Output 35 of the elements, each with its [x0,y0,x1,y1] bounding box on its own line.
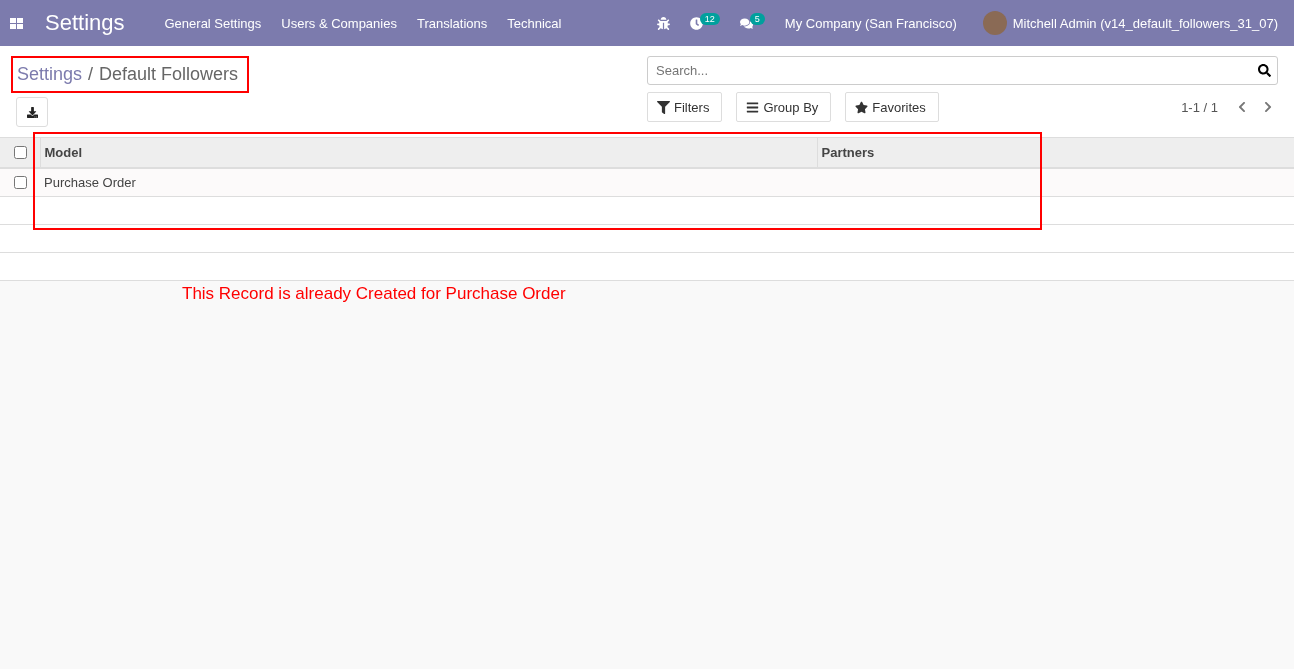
column-header[interactable]: Partners [817,138,1294,168]
menu-item[interactable]: Users & Companies [281,15,397,31]
menu-item[interactable]: Technical [507,15,562,31]
menu-icon [746,100,760,114]
menu-item[interactable]: General Settings [164,15,262,31]
activity-count: 12 [699,13,720,25]
breadcrumb-separator: / [88,64,94,85]
message-count: 5 [749,13,765,25]
download-button[interactable] [16,97,48,127]
table-cell: Purchase Order [40,168,817,196]
search-icon[interactable] [1258,64,1271,77]
filter-button[interactable]: Favorites [845,92,939,122]
app-title: Settings [45,10,125,36]
star-icon [855,100,869,114]
menu-item[interactable]: Translations [416,15,488,31]
pager-text: 1-1 / 1 [1181,99,1218,115]
column-header[interactable]: Model [40,138,817,168]
breadcrumb-link[interactable]: Settings [17,64,83,85]
select-all-checkbox[interactable] [14,146,27,159]
company-switcher[interactable]: My Company (San Francisco) [784,15,957,31]
breadcrumb-current: Default Followers [99,64,239,85]
filter-icon [657,100,670,114]
search-field[interactable]: Search... [647,56,1278,85]
chat-icon[interactable] [739,16,753,30]
filter-button[interactable]: Group By [736,92,832,122]
annotation-text: This Record is already Created for Purchase Order [181,282,567,304]
row-checkbox[interactable] [14,175,27,189]
chevron-right-icon [1262,101,1274,113]
download-icon [26,106,38,118]
bug-icon[interactable] [656,16,670,30]
clock-icon[interactable] [689,16,703,30]
app-grid-icon[interactable] [10,17,23,29]
chevron-left-icon [1236,101,1248,113]
filter-button[interactable]: Filters [647,92,723,122]
user-name[interactable]: Mitchell Admin (v14_default_followers_31_07) [1012,15,1278,31]
